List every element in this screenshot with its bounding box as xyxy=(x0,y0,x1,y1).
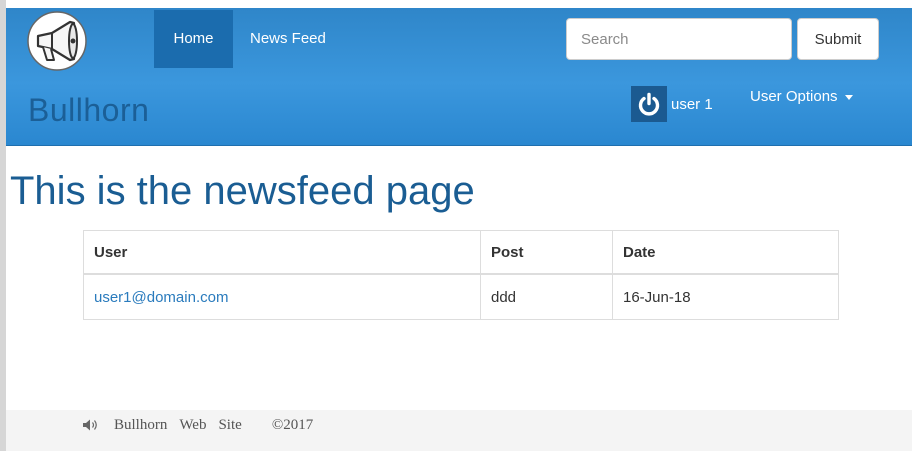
brand-title[interactable]: Bullhorn xyxy=(28,92,149,129)
user-email-link[interactable]: user1@domain.com xyxy=(94,289,228,306)
power-icon xyxy=(631,86,667,122)
table-row: user1@domain.com ddd 16-Jun-18 xyxy=(83,273,839,320)
cell-post: ddd xyxy=(480,273,613,320)
user-menu[interactable]: user 1 xyxy=(631,86,713,122)
user-options-label: User Options xyxy=(750,88,838,105)
newsfeed-table: User Post Date user1@domain.com ddd 16-J… xyxy=(83,230,839,320)
footer: Bullhorn Web Site ©2017 xyxy=(6,410,912,451)
nav-newsfeed-link[interactable]: News Feed xyxy=(250,10,326,68)
footer-word: Site xyxy=(218,416,242,433)
footer-copyright: ©2017 xyxy=(271,416,314,433)
page-title: This is the newsfeed page xyxy=(10,169,475,213)
megaphone-icon[interactable] xyxy=(26,10,88,72)
column-header-date: Date xyxy=(612,230,839,275)
table-header-row: User Post Date xyxy=(83,230,839,275)
speaker-icon xyxy=(83,419,97,431)
footer-word: Web xyxy=(179,416,207,433)
caret-down-icon xyxy=(844,95,853,100)
cell-user: user1@domain.com xyxy=(83,273,481,320)
navbar: Home News Feed Submit Bullhorn user 1 Us… xyxy=(6,8,912,146)
submit-button[interactable]: Submit xyxy=(797,18,879,60)
nav-home-tab[interactable]: Home xyxy=(154,10,233,68)
column-header-post: Post xyxy=(480,230,613,275)
footer-word: Bullhorn xyxy=(114,416,168,433)
column-header-user: User xyxy=(83,230,481,275)
cell-date: 16-Jun-18 xyxy=(612,273,839,320)
user-name: user 1 xyxy=(671,95,713,113)
search-input[interactable] xyxy=(566,18,792,60)
user-options-dropdown[interactable]: User Options xyxy=(750,88,853,105)
